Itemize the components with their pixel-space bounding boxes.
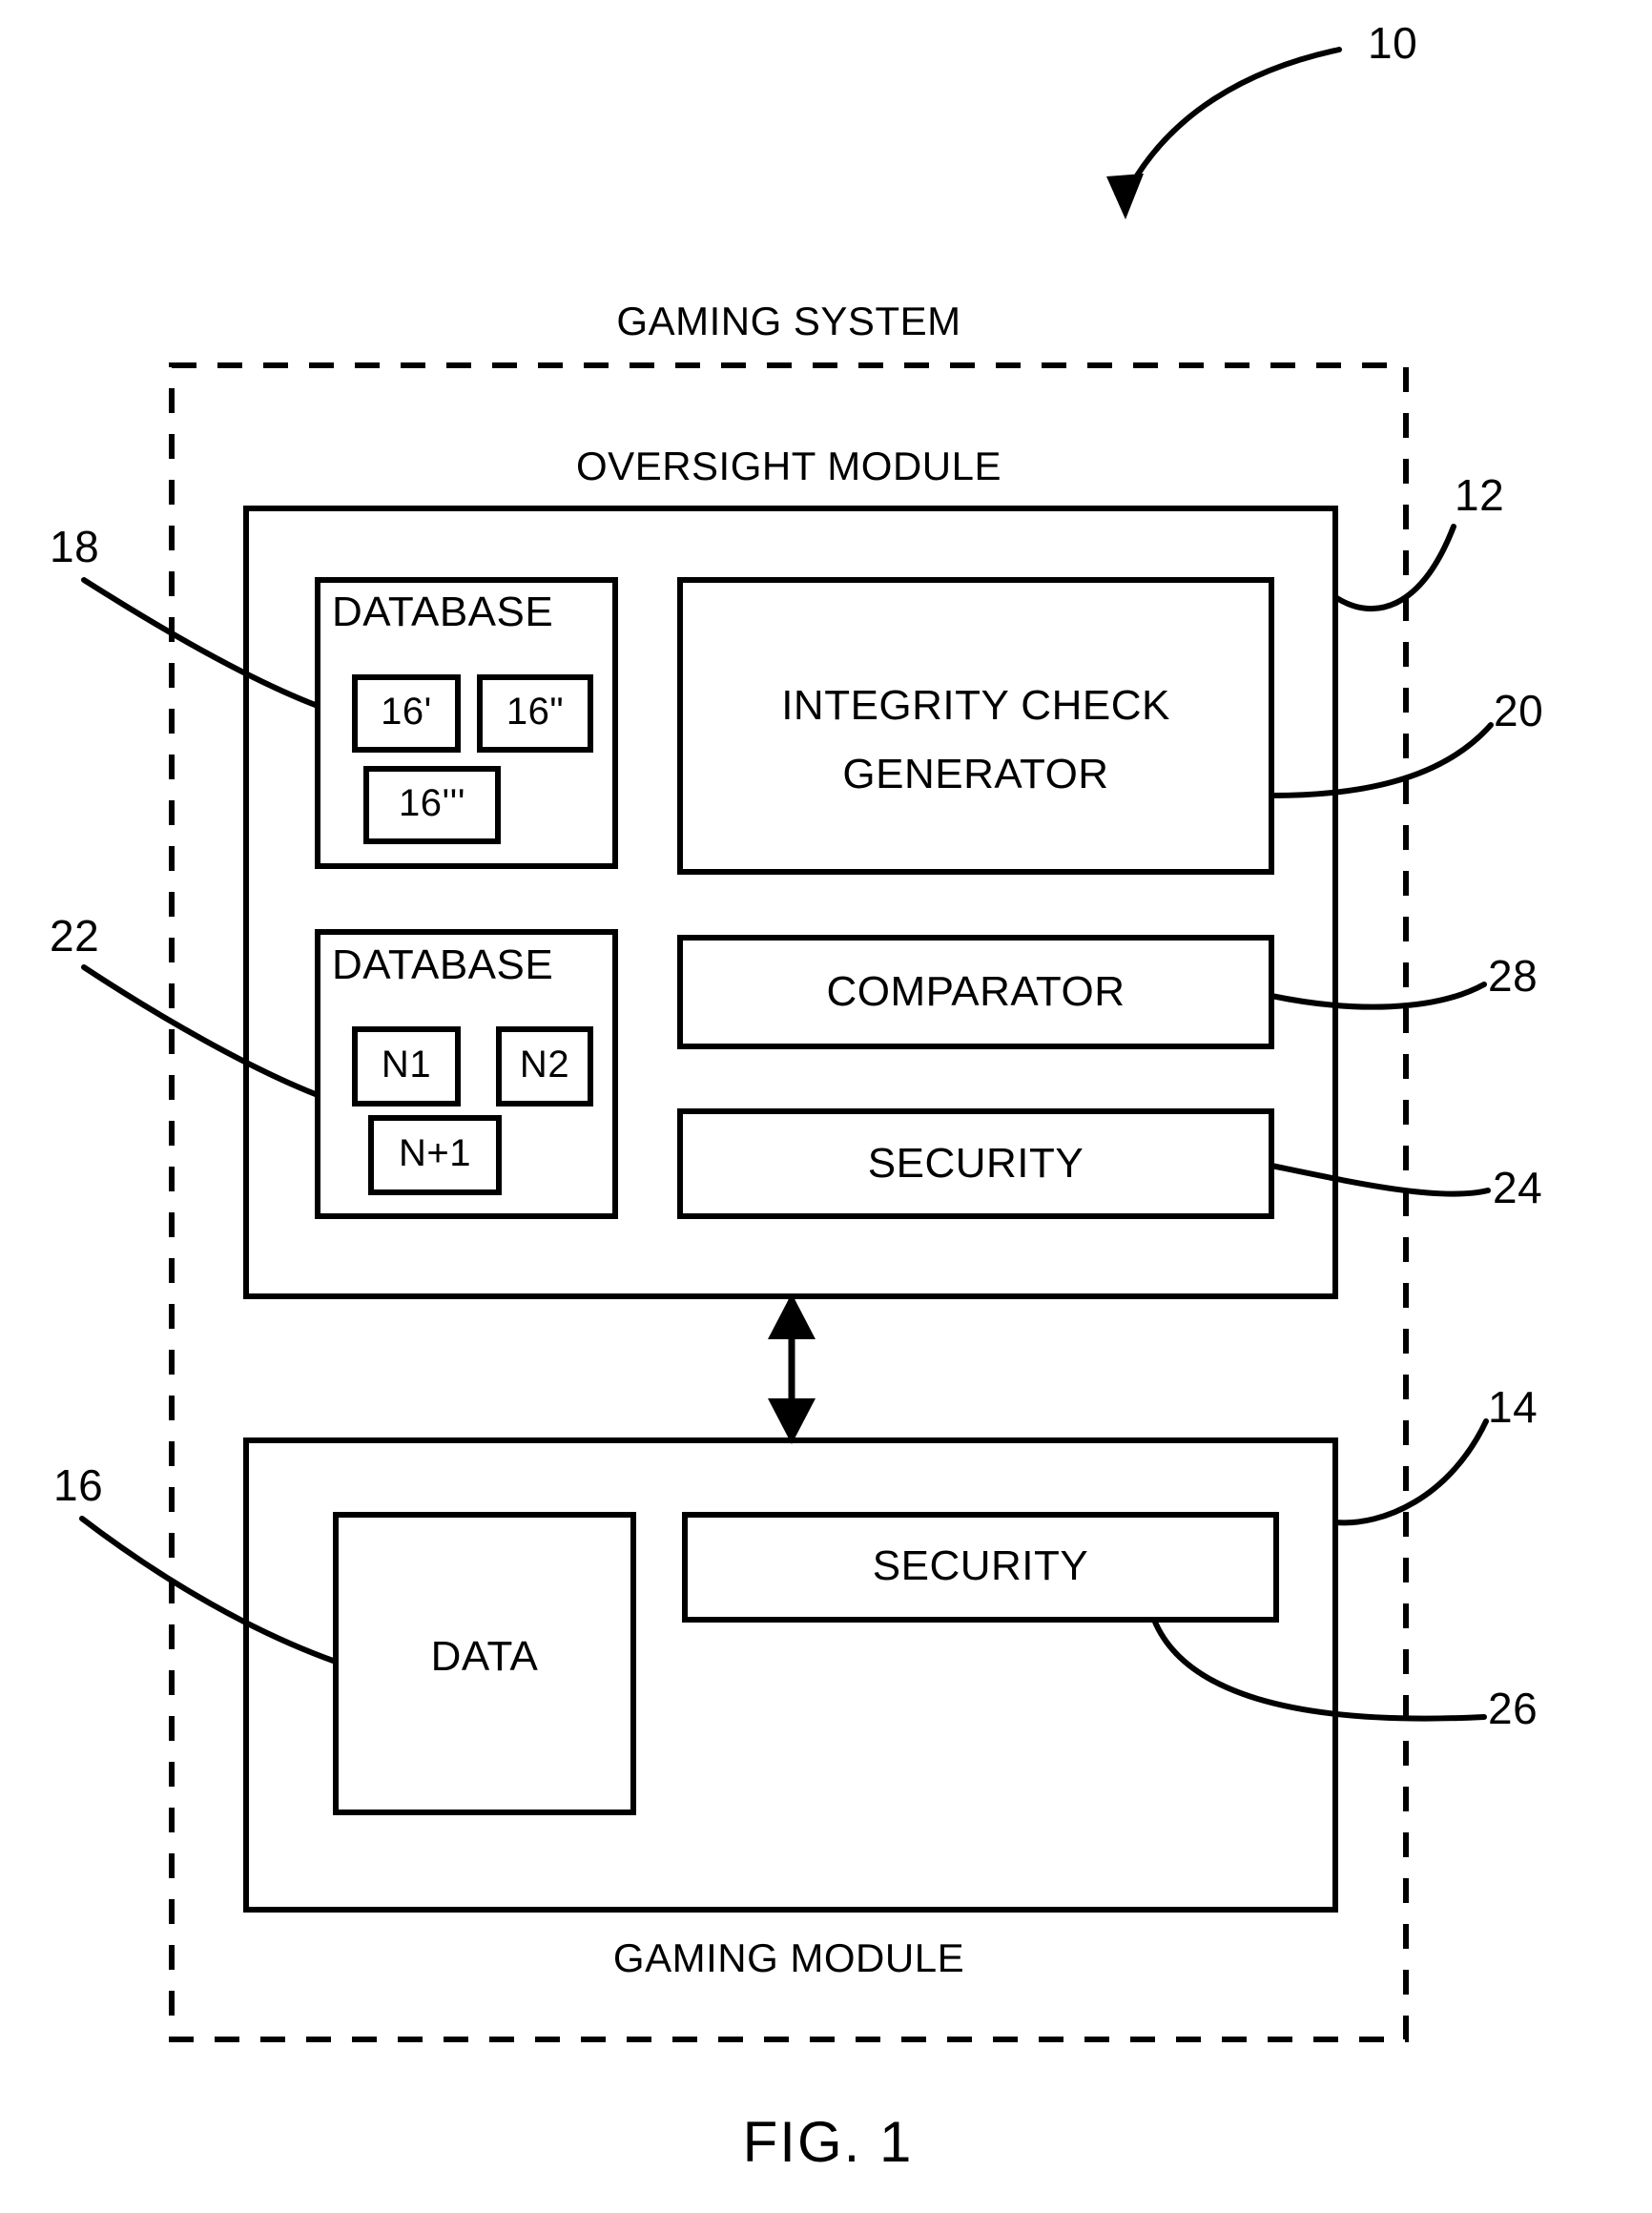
integrity-check-generator-title-line1: INTEGRITY CHECK (781, 682, 1170, 729)
database-upper-item-3-label: 16''' (399, 782, 465, 824)
database-upper-title: DATABASE (332, 589, 554, 635)
module-link-arrow (768, 1293, 816, 1444)
oversight-module-title: OVERSIGHT MODULE (576, 444, 1002, 488)
ref-numeral-18: 18 (50, 522, 100, 571)
leader-line-20 (1269, 722, 1494, 798)
leader-line-12 (1332, 524, 1456, 612)
integrity-check-generator-title-line2: GENERATOR (842, 751, 1109, 797)
ref-numeral-14: 14 (1488, 1382, 1538, 1432)
oversight-security-title: SECURITY (867, 1140, 1084, 1187)
leader-line-22 (81, 964, 320, 1098)
leader-line-16 (79, 1516, 339, 1665)
database-lower-item-3-label: N+1 (399, 1132, 471, 1174)
comparator-title: COMPARATOR (826, 968, 1125, 1015)
leader-line-28 (1269, 982, 1487, 1010)
figure-caption: FIG. 1 (742, 2110, 914, 2174)
gaming-system-title: GAMING SYSTEM (616, 299, 961, 343)
gaming-security-title: SECURITY (872, 1542, 1089, 1589)
gaming-module-box (243, 1437, 1338, 1913)
ref-numeral-10: 10 (1368, 18, 1418, 68)
ref-numeral-12: 12 (1455, 470, 1505, 520)
ref-numeral-16: 16 (53, 1460, 104, 1510)
leader-line-14 (1332, 1418, 1489, 1526)
leader-line-24 (1269, 1163, 1491, 1197)
ref-numeral-20: 20 (1494, 686, 1544, 735)
database-lower-item-1-label: N1 (381, 1044, 432, 1086)
system-leader-arrow (1106, 47, 1342, 219)
ref-numeral-22: 22 (50, 911, 100, 961)
gaming-module-title: GAMING MODULE (612, 1935, 965, 1980)
ref-numeral-28: 28 (1488, 951, 1538, 1001)
database-lower-item-2-label: N2 (519, 1044, 570, 1086)
ref-numeral-24: 24 (1493, 1163, 1543, 1212)
database-upper-item-1-label: 16' (381, 691, 432, 733)
leader-line-18 (81, 577, 320, 709)
leader-line-26 (1151, 1617, 1487, 1722)
database-upper-item-2-label: 16" (506, 691, 565, 733)
data-title: DATA (430, 1633, 539, 1680)
database-lower-title: DATABASE (332, 941, 554, 988)
ref-numeral-26: 26 (1488, 1684, 1538, 1733)
patent-figure: 10 GAMING SYSTEM OVERSIGHT MODULE 18 12 … (0, 0, 1652, 2213)
